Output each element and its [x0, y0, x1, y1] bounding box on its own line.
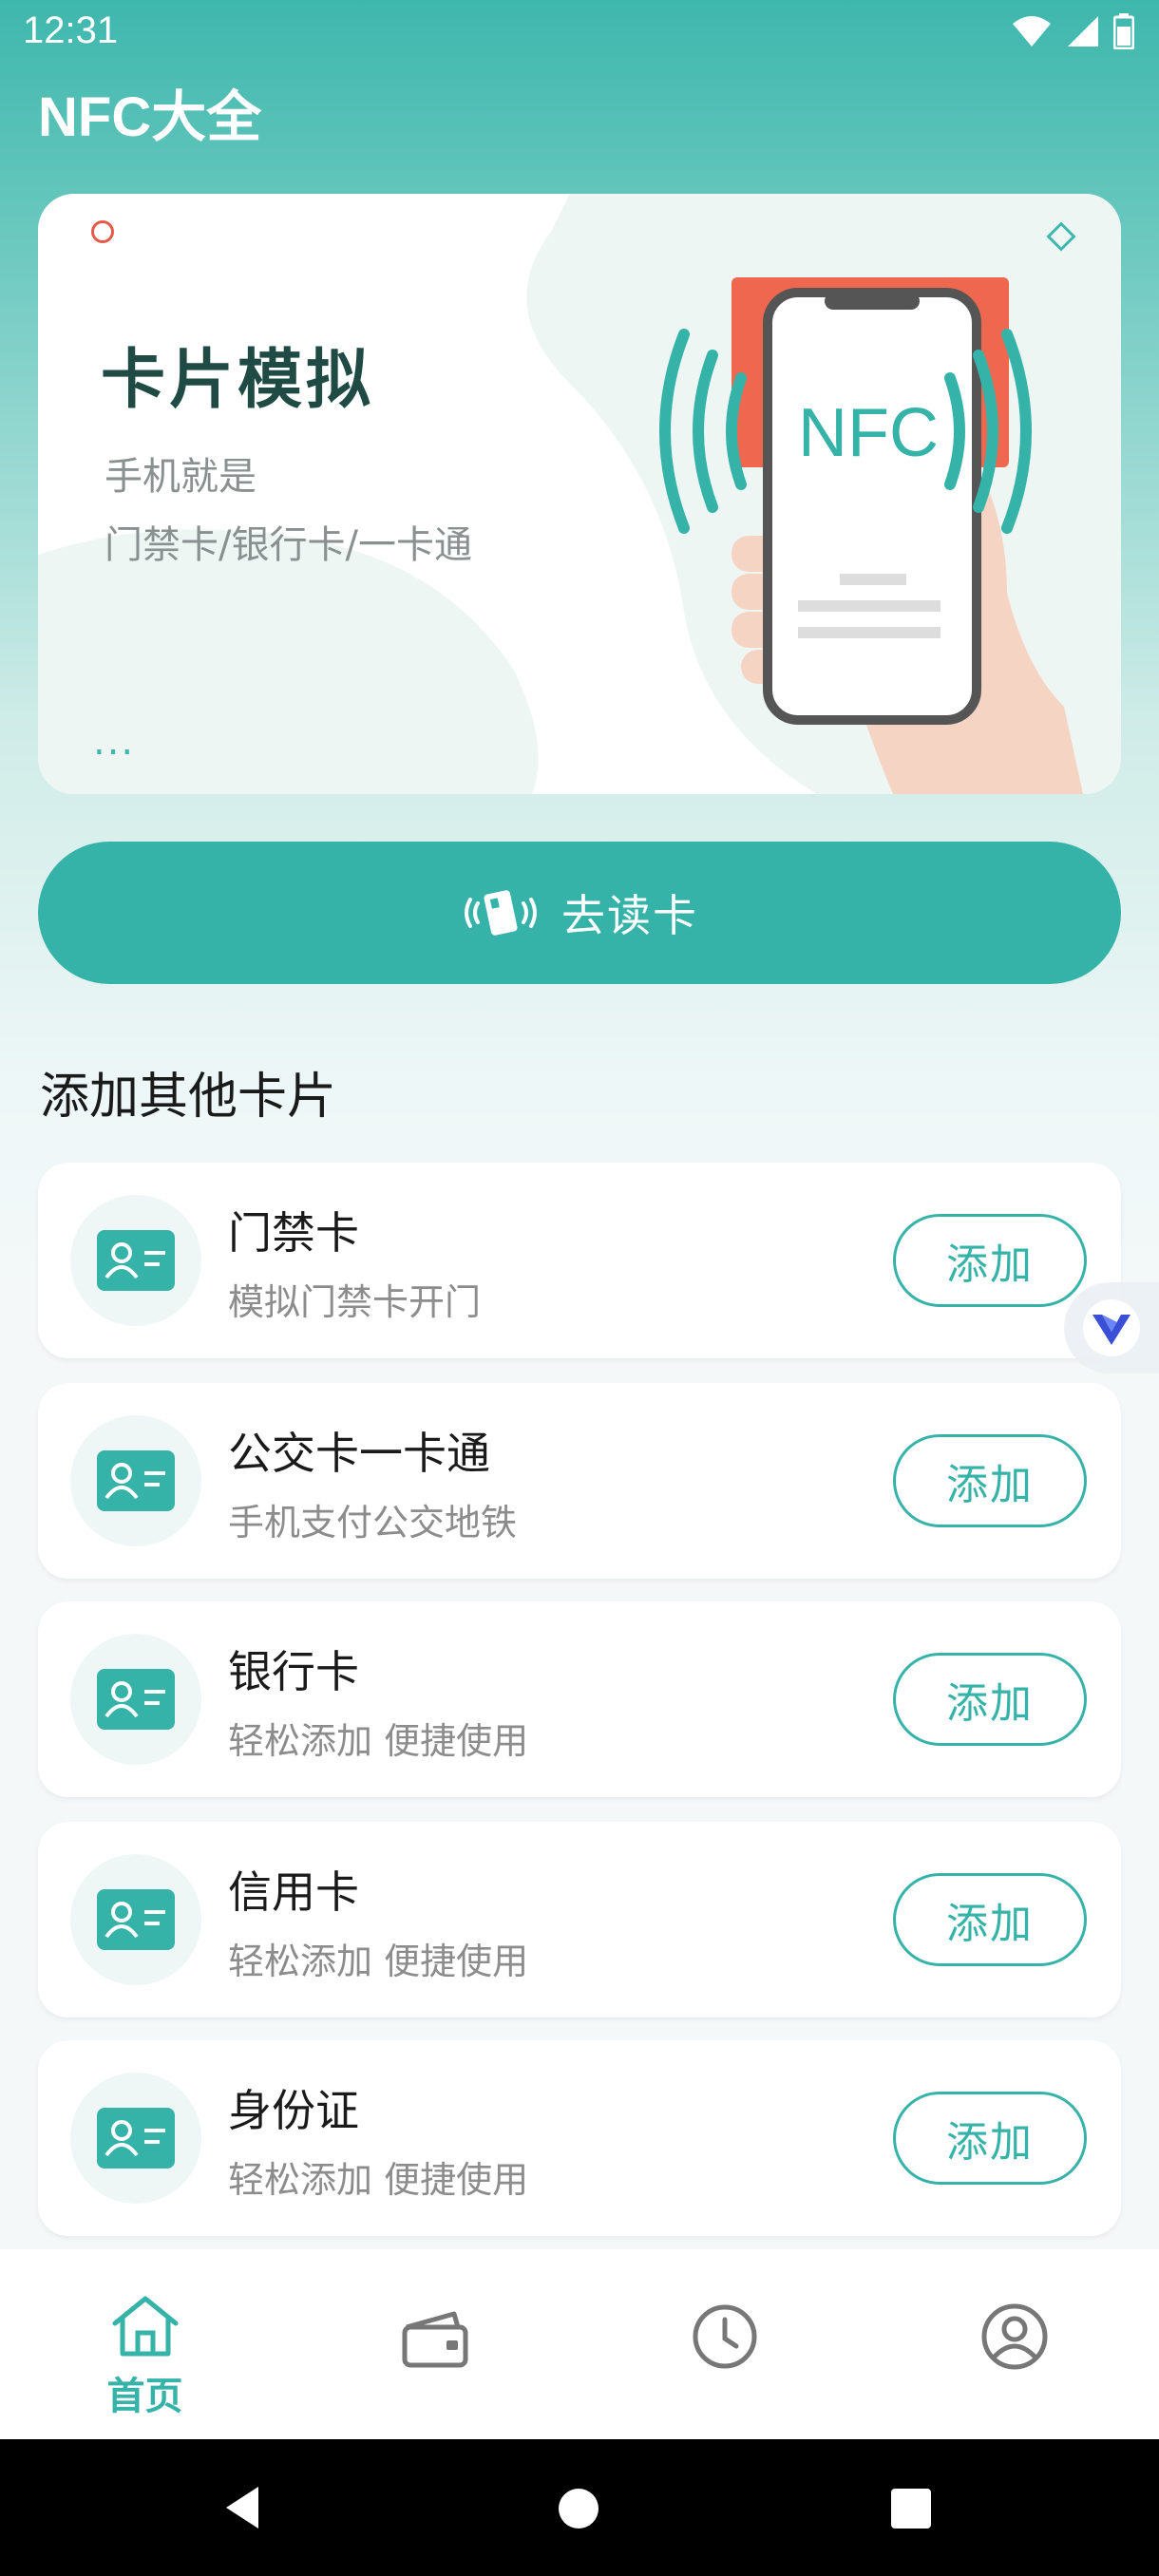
card-icon-wrap	[70, 1854, 201, 1985]
back-icon[interactable]	[217, 2481, 270, 2534]
card-desc: 轻松添加 便捷使用	[228, 2159, 529, 2201]
id-card-icon	[97, 1889, 175, 1950]
card-icon-wrap	[70, 2073, 201, 2204]
bottom-nav: 首页	[0, 2249, 1159, 2439]
wallet-icon	[402, 2311, 467, 2368]
wifi-icon	[1013, 16, 1051, 47]
nfc-card-icon	[465, 890, 537, 936]
battery-icon	[1113, 13, 1134, 49]
id-card-icon	[97, 2108, 175, 2169]
card-icon-wrap	[70, 1415, 201, 1546]
read-card-label: 去读卡	[561, 890, 698, 941]
profile-icon	[981, 2303, 1047, 2370]
recents-icon[interactable]	[889, 2487, 933, 2530]
list-item-transit-card[interactable]: 公交卡一卡通 手机支付公交地铁 添加	[38, 1383, 1121, 1579]
hero-subtitle-line2: 门禁卡/银行卡/一卡通	[104, 523, 472, 567]
card-name: 公交卡一卡通	[228, 1428, 490, 1479]
status-icons	[1011, 13, 1134, 49]
id-card-icon	[97, 1669, 175, 1730]
hero-card[interactable]: 卡片模拟 手机就是 门禁卡/银行卡/一卡通 ... NFC	[38, 194, 1121, 794]
card-desc: 模拟门禁卡开门	[228, 1281, 482, 1323]
list-item-access-card[interactable]: 门禁卡 模拟门禁卡开门 添加	[38, 1163, 1121, 1358]
nav-item-wallet[interactable]	[290, 2249, 580, 2439]
nav-item-home[interactable]: 首页	[0, 2249, 290, 2439]
card-name: 信用卡	[228, 1866, 359, 1918]
card-name: 银行卡	[228, 1646, 359, 1697]
card-desc: 手机支付公交地铁	[228, 1502, 518, 1544]
home-circle-icon[interactable]	[557, 2487, 600, 2530]
add-button[interactable]: 添加	[893, 2092, 1087, 2185]
hero-dots: ...	[93, 720, 136, 764]
card-name: 身份证	[228, 2085, 359, 2136]
list-item-credit-card[interactable]: 信用卡 轻松添加 便捷使用 添加	[38, 1822, 1121, 2017]
card-icon-wrap	[70, 1195, 201, 1326]
list-item-bank-card[interactable]: 银行卡 轻松添加 便捷使用 添加	[38, 1601, 1121, 1797]
hero-subtitle: 手机就是 门禁卡/银行卡/一卡通	[104, 443, 472, 579]
card-name: 门禁卡	[228, 1207, 359, 1259]
decor-circle	[91, 220, 114, 243]
add-button[interactable]: 添加	[893, 1434, 1087, 1527]
add-button[interactable]: 添加	[893, 1214, 1087, 1307]
list-item-id-card[interactable]: 身份证 轻松添加 便捷使用 添加	[38, 2040, 1121, 2236]
id-card-icon	[97, 1450, 175, 1511]
v-logo-icon	[1083, 1299, 1140, 1356]
nfc-phone-illustration: NFC	[659, 277, 1083, 794]
app-title: NFC大全	[38, 86, 262, 148]
card-icon-wrap	[70, 1634, 201, 1765]
nav-item-profile[interactable]	[869, 2249, 1159, 2439]
hero-subtitle-line1: 手机就是	[104, 455, 256, 499]
hero-title: 卡片模拟	[101, 342, 375, 418]
id-card-icon	[97, 1230, 175, 1291]
add-button[interactable]: 添加	[893, 1873, 1087, 1966]
nav-item-history[interactable]	[580, 2249, 869, 2439]
nav-label-home: 首页	[106, 2375, 183, 2418]
status-time: 12:31	[23, 9, 119, 51]
floating-assistant-button[interactable]	[1064, 1282, 1159, 1373]
read-card-button[interactable]: 去读卡	[38, 842, 1121, 984]
nfc-illustration-text: NFC	[798, 395, 939, 471]
system-nav-bar	[0, 2439, 1159, 2576]
card-desc: 轻松添加 便捷使用	[228, 1720, 529, 1762]
section-title: 添加其他卡片	[40, 1069, 337, 1126]
signal-icon	[1068, 16, 1098, 47]
home-icon	[112, 2296, 178, 2357]
clock-icon	[693, 2304, 756, 2369]
add-button[interactable]: 添加	[893, 1653, 1087, 1746]
card-desc: 轻松添加 便捷使用	[228, 1941, 529, 1982]
status-bar: 12:31	[0, 0, 1159, 68]
